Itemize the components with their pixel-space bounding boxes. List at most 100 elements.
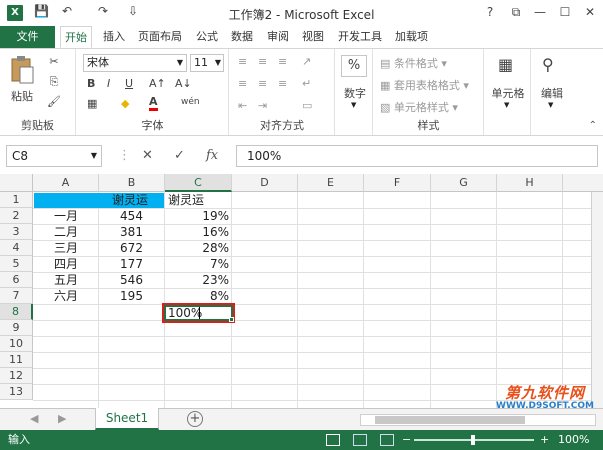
underline-button[interactable]: U xyxy=(125,77,133,90)
sheet-tab-sheet1[interactable]: Sheet1 xyxy=(95,408,159,430)
conditional-formatting-button[interactable]: ▤ 条件格式 ▾ xyxy=(380,55,447,71)
cancel-icon[interactable]: ✕ xyxy=(142,148,153,163)
row-header[interactable]: 11 xyxy=(0,352,33,368)
row-header[interactable]: 5 xyxy=(0,256,33,272)
zoom-out-button[interactable]: − xyxy=(402,430,411,450)
tab-review[interactable]: 审阅 xyxy=(263,26,293,48)
collapse-ribbon-icon[interactable]: ⌃ xyxy=(589,120,597,131)
number-format-button[interactable]: 数字 xyxy=(340,85,370,101)
column-header-e[interactable]: E xyxy=(298,174,364,192)
align-center-icon[interactable]: ≡ xyxy=(258,77,267,90)
ribbon-display-button[interactable]: ⧉ xyxy=(504,3,528,21)
align-left-icon[interactable]: ≡ xyxy=(238,77,247,90)
close-button[interactable]: ✕ xyxy=(578,3,602,21)
tab-view[interactable]: 视图 xyxy=(298,26,328,48)
cell-value[interactable]: 177 xyxy=(99,256,164,272)
tab-addins[interactable]: 加载项 xyxy=(391,26,432,48)
worksheet-grid[interactable]: A B C D E F G H 1 2 3 4 5 6 7 8 9 10 11 … xyxy=(0,174,603,408)
cell-styles-button[interactable]: ▧ 单元格样式 ▾ xyxy=(380,99,458,115)
maximize-button[interactable]: ☐ xyxy=(553,3,577,21)
page-layout-view-icon[interactable] xyxy=(353,434,367,446)
column-header-g[interactable]: G xyxy=(431,174,497,192)
cell-month[interactable]: 二月 xyxy=(34,224,98,240)
cell-value[interactable]: 381 xyxy=(99,224,164,240)
phonetic-button[interactable]: wén xyxy=(181,97,200,107)
wrap-text-icon[interactable]: ↵ xyxy=(302,77,311,90)
row-header[interactable]: 1 xyxy=(0,192,33,208)
align-bottom-icon[interactable]: ≡ xyxy=(278,55,287,68)
zoom-slider-thumb[interactable] xyxy=(471,435,475,445)
font-color-button[interactable]: A xyxy=(149,96,158,111)
fill-handle[interactable] xyxy=(229,317,234,322)
cell-month[interactable]: 三月 xyxy=(34,240,98,256)
row-header[interactable]: 12 xyxy=(0,368,33,384)
bold-button[interactable]: B xyxy=(87,77,95,90)
cell-percent[interactable]: 8% xyxy=(165,288,231,304)
cell-c1[interactable]: 谢灵运 xyxy=(166,192,232,208)
row-header[interactable]: 7 xyxy=(0,288,33,304)
minimize-button[interactable]: — xyxy=(528,3,552,21)
formula-input[interactable]: 100% xyxy=(236,145,598,167)
row-header[interactable]: 8 xyxy=(0,304,33,320)
cell-value[interactable]: 195 xyxy=(99,288,164,304)
decrease-indent-icon[interactable]: ⇤ xyxy=(238,99,247,112)
cell-percent[interactable]: 23% xyxy=(165,272,231,288)
format-as-table-button[interactable]: ▦ 套用表格格式 ▾ xyxy=(380,77,469,93)
column-header-f[interactable]: F xyxy=(364,174,431,192)
increase-indent-icon[interactable]: ⇥ xyxy=(258,99,267,112)
borders-icon[interactable]: ▦ xyxy=(87,97,97,110)
align-middle-icon[interactable]: ≡ xyxy=(258,55,267,68)
select-all-corner[interactable] xyxy=(0,174,33,192)
tab-formulas[interactable]: 公式 xyxy=(192,26,222,48)
enter-icon[interactable]: ✓ xyxy=(174,148,185,163)
tab-developer[interactable]: 开发工具 xyxy=(334,26,386,48)
normal-view-icon[interactable] xyxy=(326,434,340,446)
add-sheet-button[interactable]: + xyxy=(187,411,203,427)
tab-home[interactable]: 开始 xyxy=(60,26,92,48)
percent-icon[interactable]: % xyxy=(341,55,367,77)
column-header-b[interactable]: B xyxy=(99,174,165,192)
zoom-level[interactable]: 100% xyxy=(558,430,589,450)
cell-month[interactable]: 六月 xyxy=(34,288,98,304)
cell-b1[interactable]: 谢灵运 xyxy=(110,192,166,208)
tab-file[interactable]: 文件 xyxy=(0,26,55,48)
column-header-c[interactable]: C xyxy=(165,174,232,192)
zoom-in-button[interactable]: + xyxy=(540,430,549,450)
scrollbar-thumb[interactable] xyxy=(375,416,525,424)
page-break-view-icon[interactable] xyxy=(380,434,394,446)
font-shrink-button[interactable]: A↓ xyxy=(175,77,192,90)
column-header-h[interactable]: H xyxy=(497,174,563,192)
merge-center-icon[interactable]: ▭ xyxy=(302,99,312,112)
cell-percent[interactable]: 7% xyxy=(165,256,231,272)
editing-button[interactable]: 编辑 xyxy=(534,85,570,101)
row-header[interactable]: 9 xyxy=(0,320,33,336)
insert-function-icon[interactable]: fx xyxy=(206,148,218,163)
help-button[interactable]: ? xyxy=(478,3,502,21)
cell-month[interactable]: 一月 xyxy=(34,208,98,224)
align-top-icon[interactable]: ≡ xyxy=(238,55,247,68)
font-name-dropdown[interactable]: 宋体 ▼ xyxy=(83,54,187,72)
next-sheet-icon[interactable]: ▶ xyxy=(58,412,66,425)
cell-percent[interactable]: 19% xyxy=(165,208,231,224)
tab-data[interactable]: 数据 xyxy=(227,26,257,48)
cell-value[interactable]: 546 xyxy=(99,272,164,288)
column-header-a[interactable]: A xyxy=(33,174,99,192)
cell-value[interactable]: 672 xyxy=(99,240,164,256)
name-box[interactable]: C8 ▼ xyxy=(6,145,102,167)
cell-c8[interactable]: 100% xyxy=(166,305,230,321)
cell-value[interactable]: 454 xyxy=(99,208,164,224)
row-header[interactable]: 10 xyxy=(0,336,33,352)
column-header-d[interactable]: D xyxy=(232,174,298,192)
cell-month[interactable]: 四月 xyxy=(34,256,98,272)
row-header[interactable]: 6 xyxy=(0,272,33,288)
row-header[interactable]: 3 xyxy=(0,224,33,240)
tab-page-layout[interactable]: 页面布局 xyxy=(134,26,186,48)
align-right-icon[interactable]: ≡ xyxy=(278,77,287,90)
cut-icon[interactable]: ✂ xyxy=(46,55,62,68)
row-header[interactable]: 4 xyxy=(0,240,33,256)
cell-percent[interactable]: 28% xyxy=(165,240,231,256)
paste-button[interactable]: 粘贴 xyxy=(8,55,36,109)
cell-percent[interactable]: 16% xyxy=(165,224,231,240)
cells-button[interactable]: 单元格 xyxy=(487,85,529,101)
italic-button[interactable]: I xyxy=(107,77,110,90)
